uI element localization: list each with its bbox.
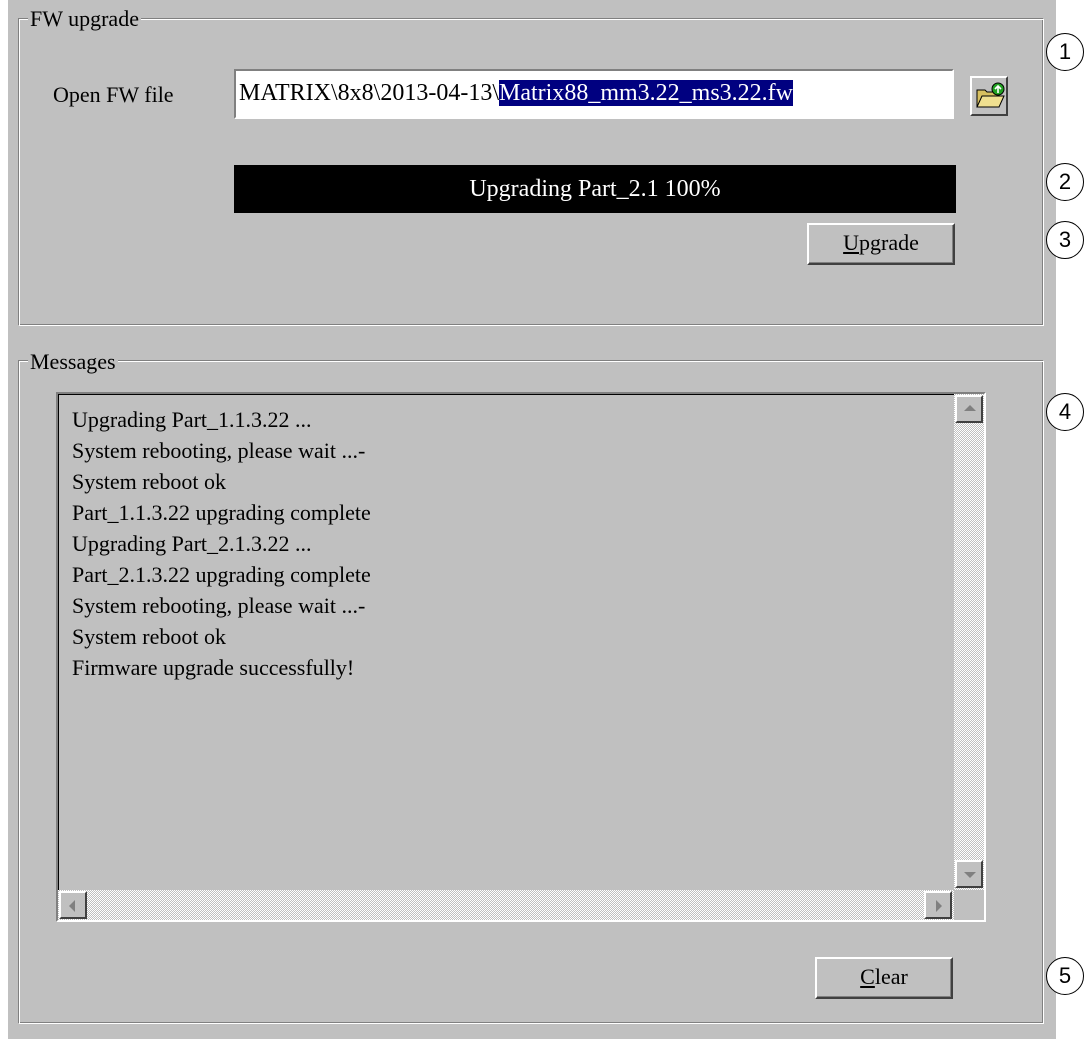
scroll-down-button[interactable] bbox=[955, 860, 983, 888]
messages-log[interactable]: Upgrading Part_1.1.3.22 ... System reboo… bbox=[56, 392, 986, 922]
upgrade-panel: FW upgrade Open FW file MATRIX\8x8\2013-… bbox=[8, 0, 1056, 1039]
upgrade-progress-bar: Upgrading Part_2.1 100% bbox=[234, 165, 956, 213]
callout-4: 4 bbox=[1046, 393, 1084, 431]
fw-upgrade-group-title: FW upgrade bbox=[28, 6, 141, 31]
folder-open-icon bbox=[975, 82, 1005, 115]
arrow-down-icon bbox=[964, 872, 976, 878]
list-item: Part_2.1.3.22 upgrading complete bbox=[72, 562, 371, 587]
upgrade-button-label: pgrade bbox=[859, 230, 919, 255]
list-item: Upgrading Part_2.1.3.22 ... bbox=[72, 531, 312, 556]
list-item: System rebooting, please wait ...- bbox=[72, 438, 366, 463]
arrow-up-icon bbox=[964, 405, 976, 411]
messages-list: Upgrading Part_1.1.3.22 ... System reboo… bbox=[72, 404, 371, 683]
file-path-selected-text: Matrix88_mm3.22_ms3.22.fw bbox=[499, 80, 793, 106]
browse-file-button[interactable] bbox=[970, 76, 1008, 116]
vertical-scrollbar[interactable] bbox=[954, 394, 984, 890]
list-item: System reboot ok bbox=[72, 469, 226, 494]
clear-button[interactable]: Clear bbox=[815, 957, 953, 999]
callout-5: 5 bbox=[1046, 957, 1084, 995]
upgrade-mnemonic: U bbox=[843, 230, 860, 255]
arrow-right-icon bbox=[936, 900, 942, 912]
clear-button-label: lear bbox=[874, 964, 908, 989]
fw-file-path-input[interactable]: MATRIX\8x8\2013-04-13\Matrix88_mm3.22_ms… bbox=[234, 69, 954, 119]
scroll-left-button[interactable] bbox=[59, 891, 87, 919]
callout-3: 3 bbox=[1046, 221, 1084, 259]
scroll-up-button[interactable] bbox=[955, 395, 983, 423]
list-item: Part_1.1.3.22 upgrading complete bbox=[72, 500, 371, 525]
list-item: Firmware upgrade successfully! bbox=[72, 655, 355, 680]
messages-group-title: Messages bbox=[28, 349, 118, 374]
scrollbar-corner bbox=[954, 890, 984, 920]
open-fw-file-label: Open FW file bbox=[53, 82, 174, 107]
scroll-right-button[interactable] bbox=[924, 891, 952, 919]
horizontal-scrollbar[interactable] bbox=[58, 890, 954, 920]
clear-mnemonic: C bbox=[860, 964, 875, 989]
list-item: System rebooting, please wait ...- bbox=[72, 593, 366, 618]
list-item: System reboot ok bbox=[72, 624, 226, 649]
upgrade-button[interactable]: Upgrade bbox=[807, 223, 955, 265]
file-path-prefix: MATRIX\8x8\2013-04-13\ bbox=[239, 80, 499, 106]
callout-2: 2 bbox=[1046, 163, 1084, 201]
callout-1: 1 bbox=[1046, 33, 1084, 71]
arrow-left-icon bbox=[69, 900, 75, 912]
list-item: Upgrading Part_1.1.3.22 ... bbox=[72, 407, 312, 432]
